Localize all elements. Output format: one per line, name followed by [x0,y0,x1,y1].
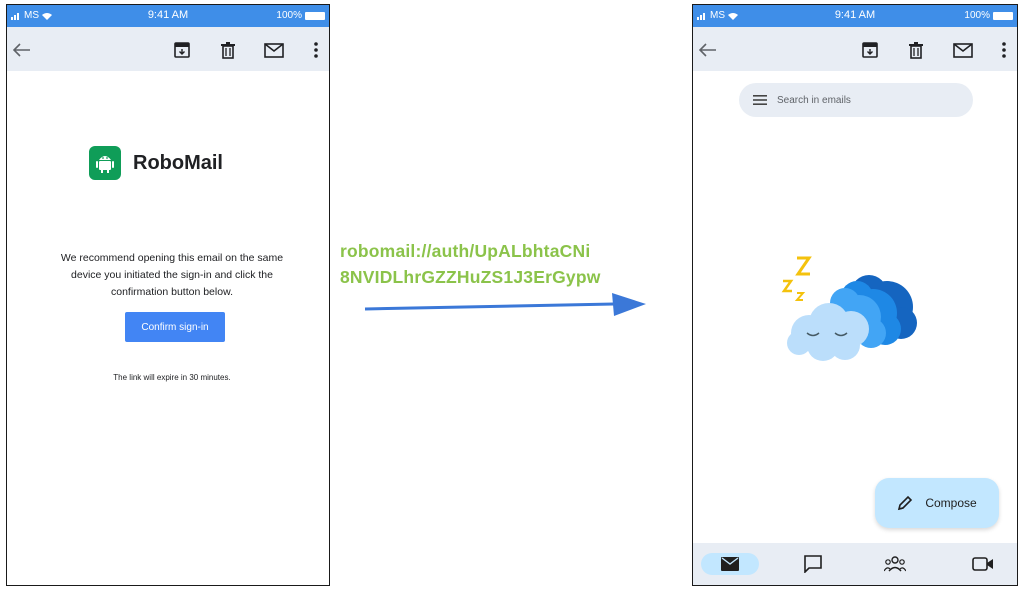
nav-meet-people[interactable] [875,553,915,575]
status-bar: MS 9:41 AM 100% [7,5,329,27]
trash-icon[interactable] [217,39,239,61]
nav-video[interactable] [963,553,1003,575]
robomail-logo: RoboMail [89,146,223,180]
search-bar[interactable]: Search in emails [739,83,973,117]
deep-link-line-1: robomail://auth/UpALbhtaCNi [340,241,591,261]
status-right: 100% [964,10,1013,21]
battery-label: 100% [964,10,990,21]
battery-label: 100% [276,10,302,21]
nav-mail[interactable] [701,553,759,575]
email-toolbar [693,27,1017,71]
chat-icon [804,555,822,573]
status-right: 100% [276,10,325,21]
search-input[interactable]: Search in emails [777,95,851,106]
battery-icon [305,11,325,20]
more-vert-icon[interactable] [999,39,1009,61]
deep-link-line-2: 8NVIDLhrGZZHuZS1J3ErGypw [340,267,601,287]
mail-icon[interactable] [952,39,974,61]
more-vert-icon[interactable] [311,39,321,61]
video-icon [972,557,993,571]
android-logo-icon [89,146,121,180]
expiry-note: The link will expire in 30 minutes. [113,373,231,382]
email-toolbar [7,27,329,71]
hamburger-menu-icon[interactable] [753,95,767,105]
compose-label: Compose [925,496,977,510]
archive-icon[interactable] [859,39,881,61]
pencil-icon [898,495,913,511]
trash-icon[interactable] [905,39,927,61]
compose-button[interactable]: Compose [875,478,999,528]
right-phone-screen: MS 9:41 AM 100% Search in emails Compose [692,4,1018,586]
meet-people-icon [884,556,906,572]
deep-link-text: robomail://auth/UpALbhtaCNi 8NVIDLhrGZZH… [340,238,670,290]
brand-name: RoboMail [133,151,223,174]
battery-icon [993,11,1013,20]
bottom-navigation [693,543,1017,585]
status-bar: MS 9:41 AM 100% [693,5,1017,27]
confirm-signin-button[interactable]: Confirm sign-in [125,312,225,342]
nav-chat[interactable] [793,553,833,575]
mail-icon[interactable] [263,39,285,61]
archive-icon[interactable] [171,39,193,61]
flow-arrow-icon [364,293,646,316]
left-phone-screen: MS 9:41 AM 100% RoboMail We recommend op… [6,4,330,586]
back-arrow-icon[interactable] [11,39,33,61]
back-arrow-icon[interactable] [697,39,719,61]
email-message: We recommend opening this email on the s… [60,252,284,298]
sleeping-cloud-icon [781,256,917,361]
mail-icon [721,557,739,571]
